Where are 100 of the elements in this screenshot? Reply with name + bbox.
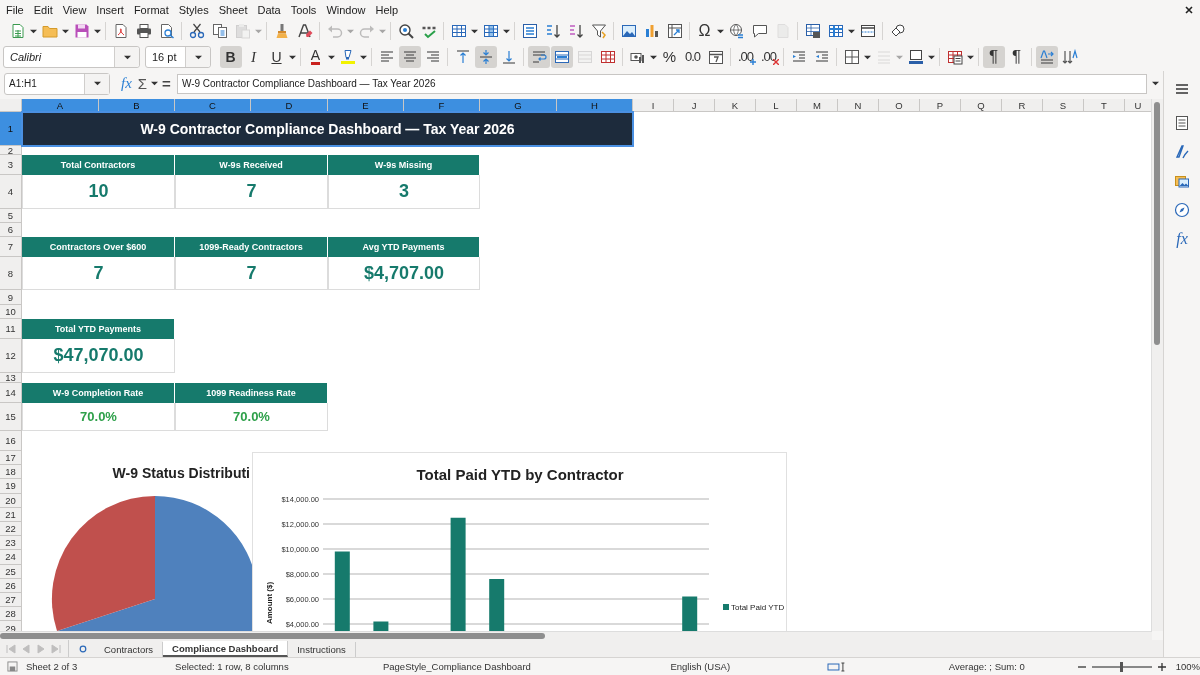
column-header[interactable]: P	[920, 99, 961, 112]
vertical-scrollbar[interactable]	[1151, 99, 1163, 631]
row-header[interactable]: 16	[0, 431, 22, 451]
column-header[interactable]: R	[1002, 99, 1043, 112]
column-header[interactable]: L	[756, 99, 797, 112]
menu-item[interactable]: File	[1, 3, 29, 16]
menu-item[interactable]: Format	[128, 3, 174, 16]
menu-item[interactable]: Sheet	[213, 3, 253, 16]
wrap-button[interactable]	[527, 46, 550, 68]
column-header[interactable]: Q	[961, 99, 1002, 112]
row-header[interactable]: 6	[0, 223, 22, 237]
row-header[interactable]: 14	[0, 383, 22, 403]
formula-button[interactable]: =	[159, 73, 174, 94]
row-header[interactable]: 19	[0, 479, 22, 494]
special-button[interactable]: Ω	[693, 20, 716, 42]
print-range-icon	[804, 23, 821, 39]
scrollbar-thumb[interactable]	[0, 633, 545, 639]
row-header[interactable]: 17	[0, 451, 22, 466]
zoom-level[interactable]: 100%	[1175, 661, 1200, 672]
row-header[interactable]: 10	[0, 305, 22, 319]
row-header[interactable]: 18	[0, 465, 22, 480]
selection-mode-icon[interactable]	[826, 661, 847, 672]
column-header[interactable]: U	[1125, 99, 1151, 112]
formula-input[interactable]: W-9 Contractor Compliance Dashboard — Tax Year 2026	[176, 73, 1147, 94]
column-header[interactable]: N	[838, 99, 879, 112]
merge-cells-icon	[576, 49, 593, 65]
italic-button[interactable]: I	[242, 46, 265, 68]
rtl-button[interactable]: ¶	[1005, 46, 1028, 68]
name-box[interactable]: A1:H1	[4, 72, 110, 95]
row-header[interactable]: 1	[0, 112, 22, 146]
row-header[interactable]: 7	[0, 237, 22, 257]
text-direction-button[interactable]	[1035, 46, 1058, 68]
merge-center-button[interactable]	[550, 46, 573, 68]
bold-button[interactable]: B	[219, 46, 242, 68]
add-sheet-icon[interactable]	[79, 644, 87, 653]
number-button[interactable]: 0.0	[681, 46, 704, 68]
caret-icon	[194, 53, 202, 61]
menu-item[interactable]: Window	[321, 3, 371, 16]
row-header[interactable]: 11	[0, 319, 22, 339]
metric-label: Contractors Over $600	[22, 237, 175, 257]
font-size-field[interactable]: 16 pt	[145, 46, 211, 68]
row-header[interactable]: 5	[0, 209, 22, 223]
percent-button[interactable]: %	[658, 46, 681, 68]
redo-icon	[358, 23, 375, 39]
font-name-field[interactable]: Calibri	[3, 46, 140, 68]
font-color-button[interactable]: A	[304, 46, 327, 68]
functions-button[interactable]: fx	[1170, 227, 1194, 251]
sum-button[interactable]: Σ	[134, 73, 151, 94]
sheet-tab[interactable]: Compliance Dashboard	[163, 641, 289, 657]
row-header[interactable]: 4	[0, 175, 22, 209]
scissors-icon	[188, 23, 205, 39]
row-header[interactable]: 28	[0, 607, 22, 622]
caret-icon	[151, 80, 159, 87]
row-header[interactable]: 3	[0, 155, 22, 175]
menu-item[interactable]: Data	[252, 3, 286, 16]
menu-item[interactable]: View	[57, 3, 92, 16]
menu-item[interactable]: Tools	[285, 3, 322, 16]
column-header[interactable]: T	[1084, 99, 1125, 112]
properties-icon	[1174, 115, 1190, 131]
outdent-icon	[813, 49, 830, 65]
row-header[interactable]: 9	[0, 290, 22, 305]
column-header[interactable]: S	[1043, 99, 1084, 112]
caret-icon	[289, 53, 296, 61]
folder-icon	[41, 23, 58, 39]
column-header[interactable]: J	[674, 99, 715, 112]
pivot-table-icon	[666, 23, 683, 39]
row-header[interactable]: 15	[0, 403, 22, 431]
column-header[interactable]: K	[715, 99, 756, 112]
vertical-text-icon	[1061, 49, 1078, 65]
indent-icon	[790, 49, 807, 65]
menu-item[interactable]: Edit	[28, 3, 58, 16]
clear-formatting-icon	[296, 23, 313, 39]
function-wizard-button[interactable]: fx	[118, 73, 135, 94]
metric-value: 7	[175, 175, 328, 209]
column-header[interactable]: I	[633, 99, 674, 112]
text-direction-icon	[1038, 49, 1055, 65]
metric-value: 7	[175, 257, 328, 290]
menu-item[interactable]: Help	[370, 3, 404, 16]
compass-icon	[1174, 202, 1190, 218]
align-top-icon	[454, 49, 471, 65]
close-icon[interactable]	[1185, 5, 1193, 14]
row-header[interactable]: 12	[0, 339, 22, 373]
add-decimal-button[interactable]: .00	[734, 46, 757, 68]
align-middle-icon	[477, 49, 494, 65]
underline-button[interactable]: U	[265, 46, 288, 68]
row-header[interactable]: 23	[0, 536, 22, 551]
row-header[interactable]: 24	[0, 550, 22, 565]
row-header[interactable]: 8	[0, 257, 22, 290]
scrollbar-thumb[interactable]	[1154, 102, 1160, 345]
menu-item[interactable]: Styles	[173, 3, 214, 16]
delete-decimal-button[interactable]: .00	[757, 46, 780, 68]
caret-icon	[650, 53, 657, 61]
horizontal-scrollbar[interactable]	[0, 631, 1152, 640]
column-header[interactable]: O	[879, 99, 920, 112]
plus-icon	[749, 59, 756, 65]
column-header[interactable]: M	[797, 99, 838, 112]
caret-icon	[328, 53, 335, 61]
sheet-tab[interactable]: Instructions	[288, 642, 356, 657]
ltr-button[interactable]: ¶	[982, 46, 1005, 68]
menu-item[interactable]: Insert	[91, 3, 129, 16]
